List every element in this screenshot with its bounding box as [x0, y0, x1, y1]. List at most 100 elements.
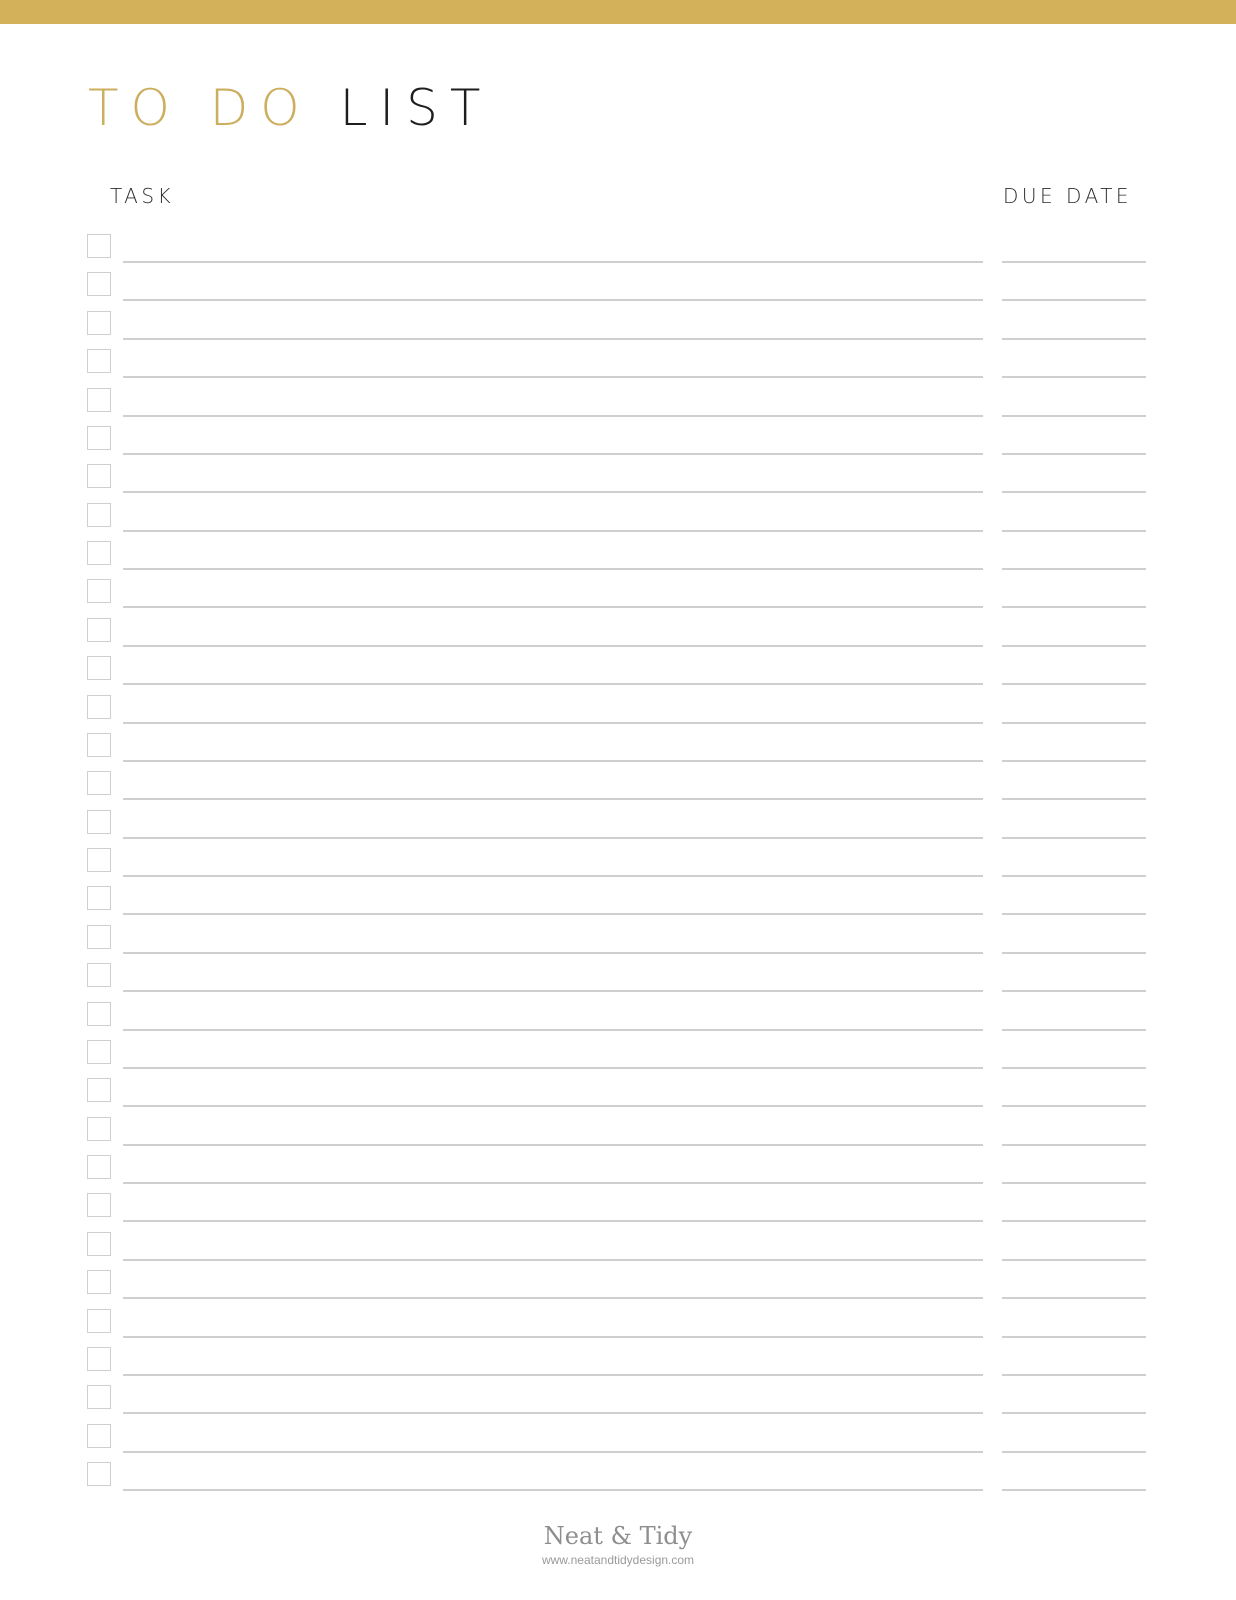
due-date-line[interactable]: [1002, 529, 1146, 532]
task-checkbox[interactable]: [87, 349, 111, 374]
task-checkbox[interactable]: [87, 541, 111, 565]
task-checkbox[interactable]: [87, 1116, 111, 1141]
task-line[interactable]: [123, 1066, 983, 1069]
task-line[interactable]: [123, 1143, 983, 1146]
task-checkbox[interactable]: [87, 924, 111, 949]
due-date-line[interactable]: [1002, 452, 1146, 455]
task-checkbox[interactable]: [87, 886, 111, 911]
due-date-line[interactable]: [1002, 1105, 1146, 1108]
task-checkbox[interactable]: [87, 579, 111, 604]
due-date-line[interactable]: [1002, 1258, 1146, 1261]
task-checkbox[interactable]: [87, 1039, 111, 1064]
task-checkbox[interactable]: [87, 502, 111, 527]
due-date-line[interactable]: [1002, 1373, 1146, 1376]
task-line[interactable]: [123, 913, 983, 916]
due-date-line[interactable]: [1002, 683, 1146, 686]
task-line[interactable]: [123, 337, 983, 340]
task-checkbox[interactable]: [87, 234, 111, 258]
due-date-line[interactable]: [1002, 990, 1146, 993]
task-line[interactable]: [123, 1297, 983, 1300]
footer-url: www.neatandtidydesign.com: [541, 1553, 695, 1567]
task-checkbox[interactable]: [87, 425, 111, 450]
task-line[interactable]: [123, 644, 983, 647]
due-date-line[interactable]: [1002, 759, 1146, 762]
task-line[interactable]: [123, 1373, 983, 1376]
task-checkbox[interactable]: [87, 694, 111, 719]
task-line[interactable]: [123, 606, 983, 609]
task-checkbox[interactable]: [87, 1270, 111, 1295]
task-checkbox[interactable]: [87, 310, 111, 335]
task-line[interactable]: [123, 529, 983, 532]
task-line[interactable]: [123, 1489, 983, 1491]
due-date-line[interactable]: [1002, 913, 1146, 916]
task-line[interactable]: [123, 951, 983, 954]
task-checkbox[interactable]: [87, 1155, 111, 1179]
due-date-line[interactable]: [1002, 376, 1146, 379]
task-line[interactable]: [123, 1258, 983, 1261]
task-checkbox[interactable]: [87, 272, 111, 297]
due-date-line[interactable]: [1002, 261, 1146, 263]
due-date-line[interactable]: [1002, 491, 1146, 494]
task-line[interactable]: [123, 721, 983, 724]
task-checkbox[interactable]: [87, 387, 111, 412]
task-checkbox[interactable]: [87, 1462, 111, 1486]
due-date-line[interactable]: [1002, 798, 1146, 801]
task-line[interactable]: [123, 1028, 983, 1031]
task-line[interactable]: [123, 299, 983, 302]
task-line[interactable]: [123, 414, 983, 417]
task-checkbox[interactable]: [87, 464, 111, 489]
task-checkbox[interactable]: [87, 848, 111, 872]
task-line[interactable]: [123, 1182, 983, 1184]
due-date-line[interactable]: [1002, 644, 1146, 647]
task-line[interactable]: [123, 990, 983, 993]
task-checkbox[interactable]: [87, 1346, 111, 1371]
task-line[interactable]: [123, 875, 983, 877]
due-date-line[interactable]: [1002, 1066, 1146, 1069]
task-line[interactable]: [123, 1450, 983, 1453]
task-checkbox[interactable]: [87, 1078, 111, 1103]
task-checkbox[interactable]: [87, 809, 111, 834]
due-date-line[interactable]: [1002, 1412, 1146, 1415]
task-checkbox[interactable]: [87, 656, 111, 681]
due-date-line[interactable]: [1002, 1335, 1146, 1338]
task-line[interactable]: [123, 1105, 983, 1108]
due-date-line[interactable]: [1002, 836, 1146, 839]
due-date-line[interactable]: [1002, 951, 1146, 954]
due-date-line[interactable]: [1002, 299, 1146, 302]
due-date-line[interactable]: [1002, 1450, 1146, 1453]
due-date-line[interactable]: [1002, 1489, 1146, 1491]
task-line[interactable]: [123, 836, 983, 839]
task-line[interactable]: [123, 1412, 983, 1415]
task-checkbox[interactable]: [87, 963, 111, 988]
task-checkbox[interactable]: [87, 1385, 111, 1410]
due-date-line[interactable]: [1002, 568, 1146, 570]
task-checkbox[interactable]: [87, 1231, 111, 1256]
due-date-line[interactable]: [1002, 606, 1146, 609]
task-line[interactable]: [123, 452, 983, 455]
due-date-line[interactable]: [1002, 1028, 1146, 1031]
task-checkbox[interactable]: [87, 1308, 111, 1333]
due-date-line[interactable]: [1002, 1143, 1146, 1146]
task-line[interactable]: [123, 261, 983, 263]
task-checkbox[interactable]: [87, 1423, 111, 1448]
task-checkbox[interactable]: [87, 1193, 111, 1218]
task-line[interactable]: [123, 798, 983, 801]
task-line[interactable]: [123, 491, 983, 494]
task-line[interactable]: [123, 568, 983, 570]
task-line[interactable]: [123, 1220, 983, 1223]
task-checkbox[interactable]: [87, 1001, 111, 1026]
due-date-line[interactable]: [1002, 875, 1146, 877]
task-line[interactable]: [123, 759, 983, 762]
task-line[interactable]: [123, 683, 983, 686]
due-date-line[interactable]: [1002, 1182, 1146, 1184]
task-checkbox[interactable]: [87, 732, 111, 757]
due-date-line[interactable]: [1002, 414, 1146, 417]
task-checkbox[interactable]: [87, 771, 111, 796]
task-checkbox[interactable]: [87, 617, 111, 642]
due-date-line[interactable]: [1002, 1297, 1146, 1300]
task-line[interactable]: [123, 376, 983, 379]
task-line[interactable]: [123, 1335, 983, 1338]
due-date-line[interactable]: [1002, 1220, 1146, 1223]
due-date-line[interactable]: [1002, 337, 1146, 340]
due-date-line[interactable]: [1002, 721, 1146, 724]
